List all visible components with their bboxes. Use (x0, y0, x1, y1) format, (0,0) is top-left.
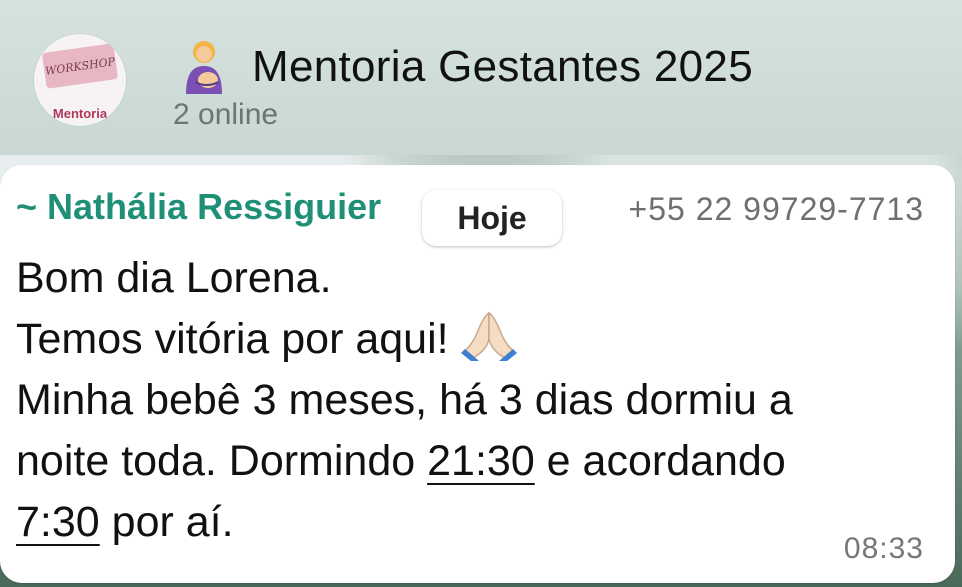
message-line-4-start: noite toda. Dormindo (16, 437, 428, 485)
date-divider-label: Hoje (457, 199, 527, 236)
avatar-logo: WORKSHOP (41, 43, 119, 89)
message-line-4-end: e acordando (534, 437, 786, 485)
message-line-5-end: por aí. (99, 498, 234, 546)
time-link-2130[interactable]: 21:30 (427, 437, 535, 485)
message-line-5: 7:30 por aí. (16, 492, 946, 553)
sender-phone[interactable]: +55 22 99729-7713 (629, 191, 924, 228)
message-line-3: Minha bebê 3 meses, há 3 dias dormiu a (16, 376, 793, 424)
group-title: Mentoria Gestantes 2025 (252, 42, 753, 91)
avatar-logo-text: WORKSHOP (44, 54, 116, 78)
message-line-4: noite toda. Dormindo 21:30 e acordando (16, 431, 946, 492)
pregnant-person-emoji-icon (186, 41, 222, 94)
message-line-2: Temos vitória por aqui! (16, 309, 946, 370)
message-sender[interactable]: ~ Nathália Ressiguier (16, 186, 436, 228)
group-avatar[interactable]: WORKSHOP Mentoria (34, 34, 126, 126)
online-status: 2 online (173, 98, 279, 131)
date-divider-chip: Hoje (422, 190, 562, 246)
time-link-0730[interactable]: 7:30 (16, 498, 100, 546)
message-line-2-text: Temos vitória por aqui! (16, 315, 449, 363)
praying-hands-icon (460, 311, 517, 361)
chat-header[interactable]: WORKSHOP Mentoria Mentoria Gestantes 202… (0, 0, 962, 155)
message-timestamp: 08:33 (843, 532, 924, 565)
avatar-subtitle: Mentoria (52, 106, 108, 121)
message-text: Bom dia Lorena. Temos vitória por aqui! … (16, 248, 946, 553)
message-line-1: Bom dia Lorena. (16, 254, 332, 302)
